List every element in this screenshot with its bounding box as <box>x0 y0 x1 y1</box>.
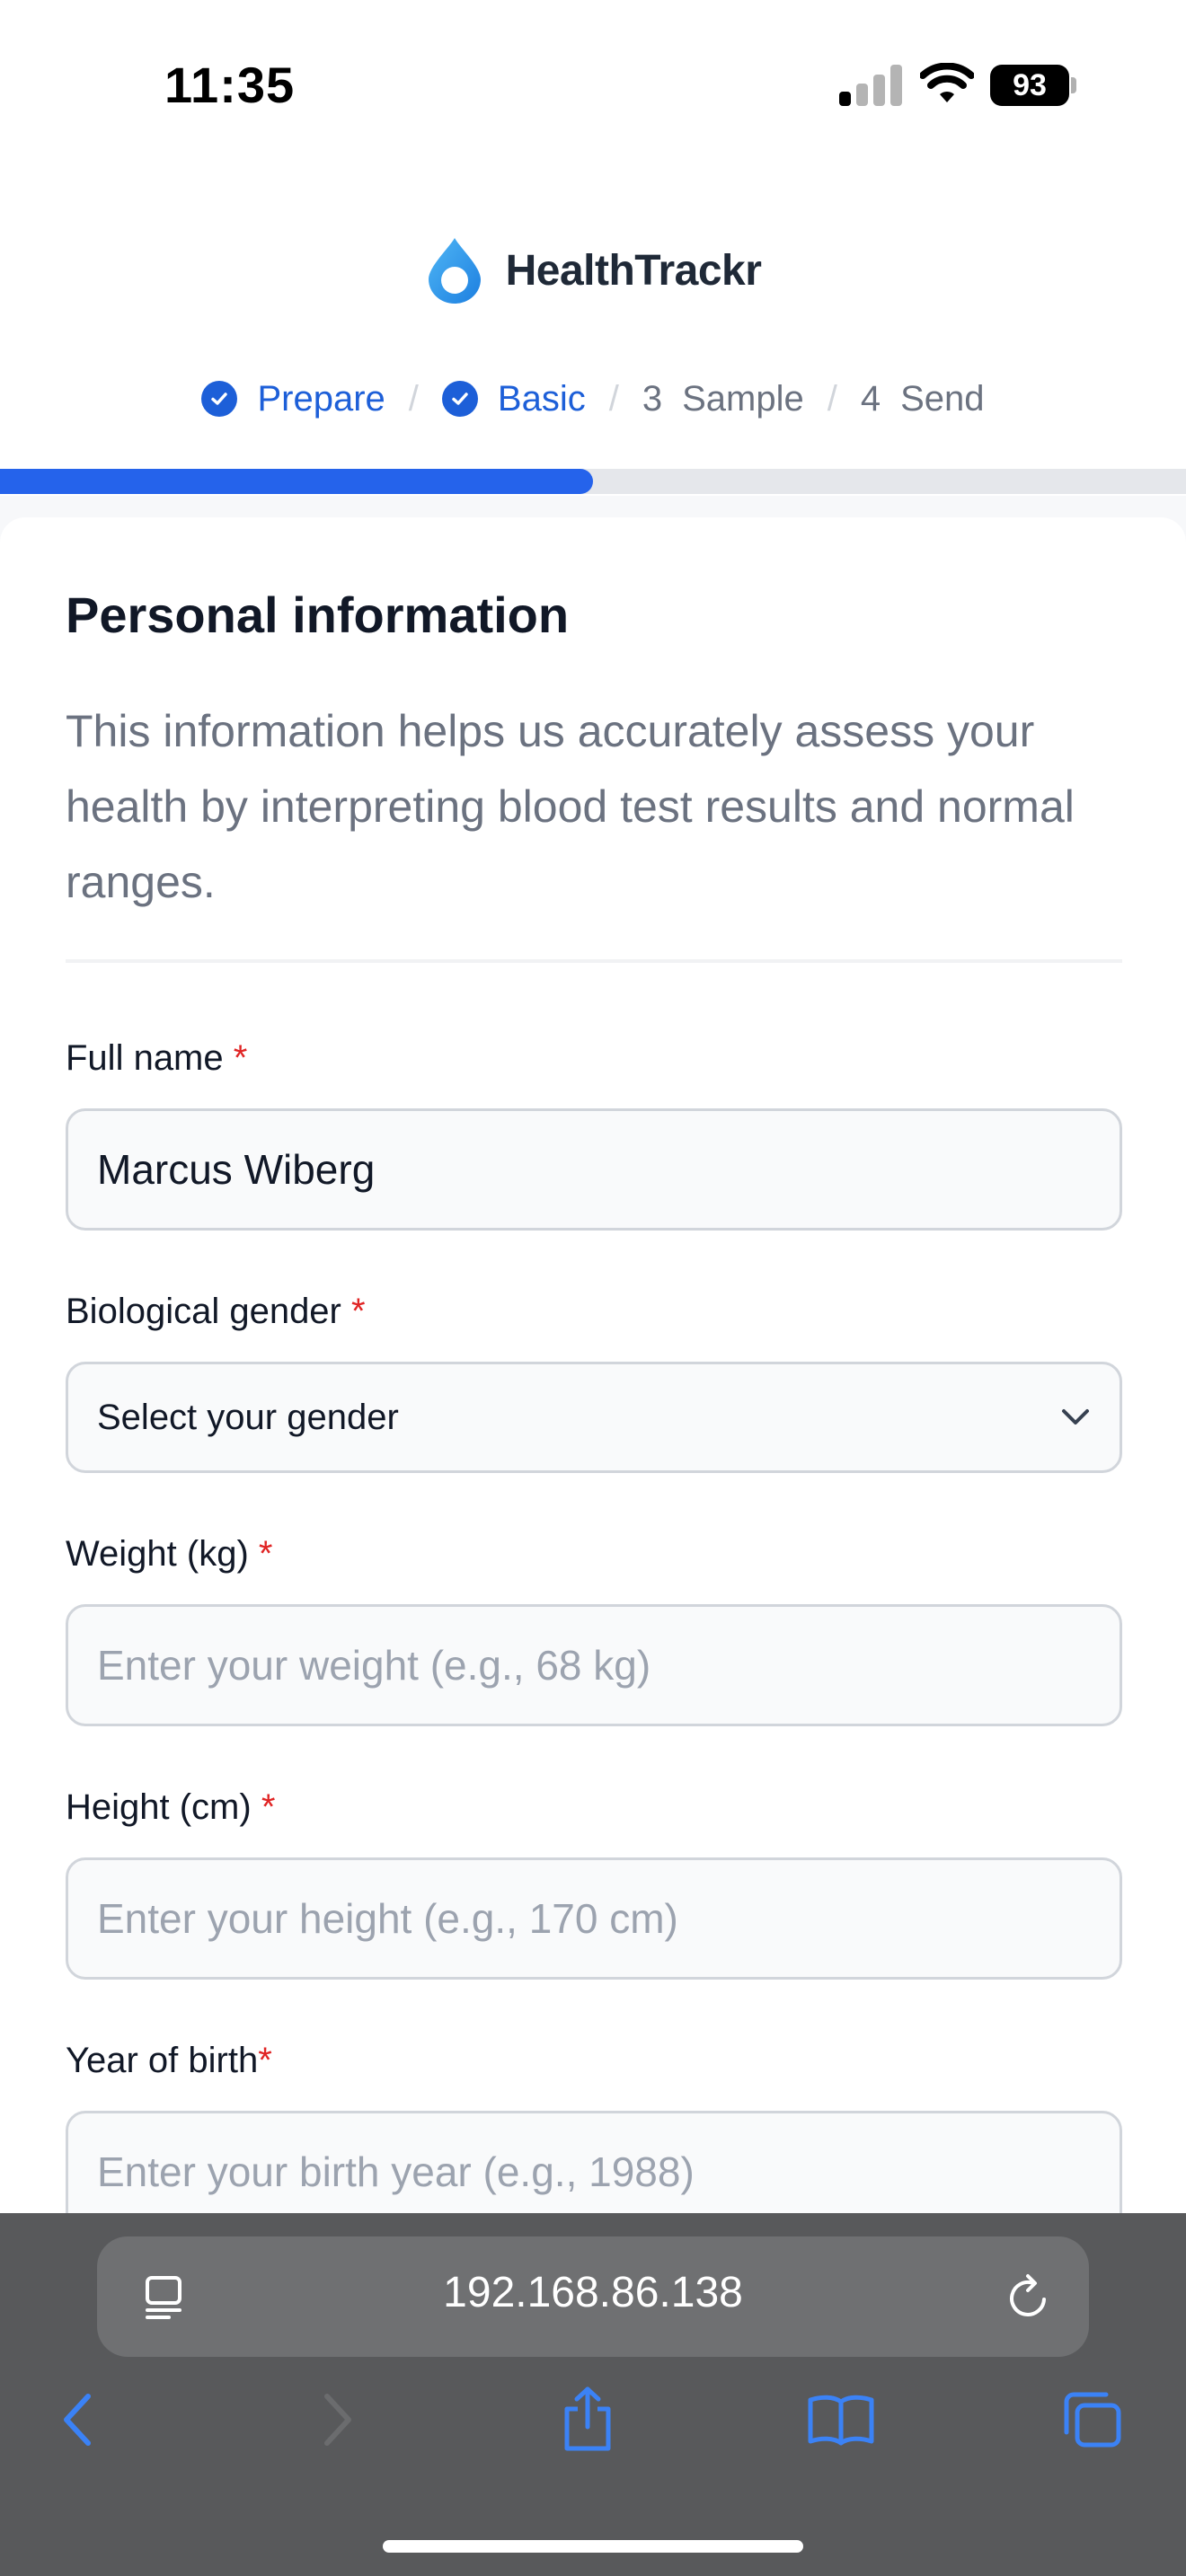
section-title: Personal information <box>66 587 570 643</box>
back-icon <box>64 2394 91 2446</box>
bookmarks-icon <box>808 2395 874 2446</box>
step-label: Sample <box>682 378 804 419</box>
forward-icon <box>324 2394 351 2446</box>
share-button[interactable] <box>552 2384 624 2456</box>
battery-level: 93 <box>990 65 1069 106</box>
share-icon <box>564 2386 611 2451</box>
required-marker: * <box>233 1038 248 1078</box>
browser-bottom-toolbar <box>0 2384 1186 2465</box>
required-marker: * <box>258 1534 273 1574</box>
divider <box>66 959 1122 963</box>
check-circle-icon <box>441 381 478 417</box>
step-basic[interactable]: Basic <box>441 378 586 419</box>
chevron-down-icon <box>1062 1409 1089 1425</box>
step-number: 4 <box>860 378 881 419</box>
progress-fill <box>0 469 593 494</box>
full-name-label: Full name * <box>66 1038 248 1078</box>
wifi-icon <box>920 63 974 102</box>
tabs-icon <box>1064 2392 1121 2448</box>
water-drop-logo-icon <box>428 238 481 304</box>
url-text[interactable]: 192.168.86.138 <box>97 2268 1089 2317</box>
battery-icon: 93 <box>990 65 1078 106</box>
step-separator: / <box>608 378 619 419</box>
status-bar: 11:35 93 <box>0 0 1186 171</box>
weight-label: Weight (kg) * <box>66 1534 273 1574</box>
step-sample[interactable]: 3 Sample <box>642 379 804 419</box>
home-indicator[interactable] <box>383 2540 803 2553</box>
cellular-signal-icon <box>839 65 902 106</box>
gender-label: Biological gender * <box>66 1292 366 1331</box>
gender-select-value: Select your gender <box>97 1397 399 1437</box>
required-marker: * <box>351 1292 366 1331</box>
brand-header: HealthTrackr <box>0 230 1186 311</box>
gender-select[interactable]: Select your gender <box>66 1362 1122 1473</box>
height-label: Height (cm) * <box>66 1787 276 1827</box>
step-number: 3 <box>642 378 663 419</box>
back-button[interactable] <box>41 2384 113 2456</box>
required-marker: * <box>261 1787 276 1827</box>
forward-button[interactable] <box>302 2384 374 2456</box>
weight-input[interactable] <box>66 1604 1122 1726</box>
step-label: Basic <box>497 378 586 419</box>
check-circle-icon <box>201 381 238 417</box>
brand-name: HealthTrackr <box>505 246 762 295</box>
step-label: Send <box>900 378 985 419</box>
step-label: Prepare <box>257 378 385 419</box>
height-input[interactable] <box>66 1857 1122 1980</box>
status-time: 11:35 <box>164 57 296 113</box>
stepper: Prepare / Basic / 3 Sample / 4 Send <box>0 366 1186 431</box>
step-separator: / <box>408 378 419 419</box>
full-name-input[interactable] <box>66 1108 1122 1231</box>
reload-icon[interactable] <box>1005 2271 1055 2323</box>
tabs-button[interactable] <box>1057 2384 1128 2456</box>
step-send[interactable]: 4 Send <box>861 379 985 419</box>
birth-year-label: Year of birth* <box>66 2041 272 2080</box>
required-marker: * <box>258 2041 272 2080</box>
section-description: This information helps us accurately ass… <box>66 706 1075 907</box>
step-prepare[interactable]: Prepare <box>201 379 385 419</box>
step-separator: / <box>827 378 837 419</box>
bookmarks-button[interactable] <box>805 2384 877 2456</box>
